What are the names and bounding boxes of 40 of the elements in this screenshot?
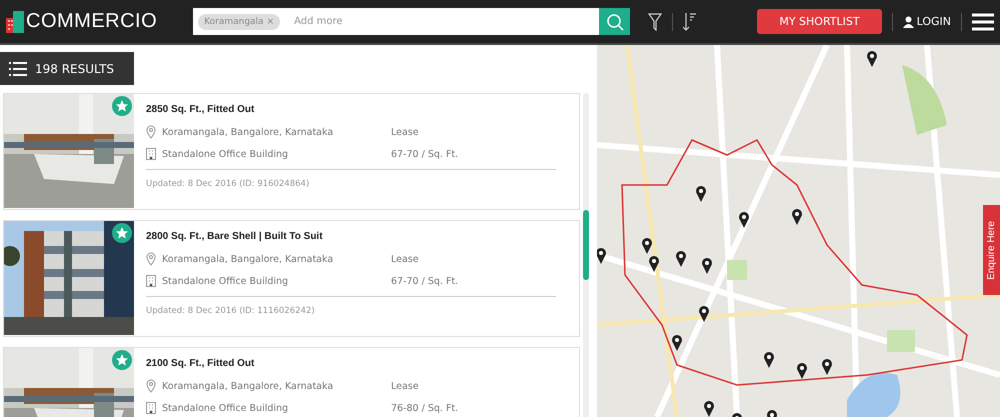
listing-deal: Lease — [391, 254, 420, 264]
listing-card[interactable]: 2850 Sq. Ft., Fitted Out Koramangala, Bangalore, Karnataka Lease Standalone Office Building 67-70 / Sq. Ft. Updated: 8 Dec 2016 (ID: 916024864) — [3, 93, 580, 210]
login-button[interactable]: LOGIN — [902, 15, 952, 28]
building-icon — [146, 402, 156, 414]
listing-price: 67-70 / Sq. Ft. — [391, 276, 460, 286]
listing-location: Koramangala, Bangalore, Karnataka — [162, 126, 334, 138]
search-icon — [606, 12, 624, 30]
sort-icon[interactable] — [683, 12, 698, 32]
location-pin-icon — [146, 125, 156, 139]
location-pin-icon — [146, 252, 156, 266]
listing-location: Koramangala, Bangalore, Karnataka — [162, 380, 334, 392]
listing-price: 67-70 / Sq. Ft. — [391, 148, 460, 160]
results-toggle[interactable]: 198 RESULTS — [0, 52, 134, 85]
shortlist-button[interactable]: MY SHORTLIST — [757, 9, 882, 34]
filter-icon[interactable] — [648, 12, 662, 30]
listing-card[interactable]: 2800 Sq. Ft., Bare Shell | Built To Suit Koramangala, Bangalore, Karnataka Lease Standalone Office Building 67-70 / Sq. Ft. Updated: 8 Dec 2016 (ID: 1116026242) — [3, 220, 580, 337]
listing-title[interactable]: 2850 Sq. Ft., Fitted Out — [146, 104, 567, 115]
menu-icon[interactable] — [972, 12, 994, 30]
listing-card[interactable]: 2100 Sq. Ft., Fitted Out Koramangala, Bangalore, Karnataka Lease Standalone Office Building 76-80 / Sq. Ft. — [3, 347, 580, 417]
listing-type: Standalone Office Building — [162, 402, 288, 414]
scrollbar[interactable] — [583, 93, 589, 417]
building-icon — [146, 148, 156, 160]
listing-updated: Updated: 8 Dec 2016 (ID: 916024864) — [146, 169, 556, 189]
logo-icon — [6, 10, 24, 32]
listing-updated: Updated: 8 Dec 2016 (ID: 1116026242) — [146, 296, 556, 316]
enquire-tab[interactable]: Enquire Here — [983, 205, 1000, 295]
listing-location: Koramangala, Bangalore, Karnataka — [162, 254, 334, 264]
listing-title[interactable]: 2800 Sq. Ft., Bare Shell | Built To Suit — [146, 231, 567, 242]
logo-text: COMMERCIO — [26, 10, 158, 33]
listing-deal: Lease — [391, 126, 420, 138]
listing-type: Standalone Office Building — [162, 148, 288, 160]
search-button[interactable] — [598, 8, 630, 35]
listing-deal: Lease — [391, 380, 420, 392]
listing-title[interactable]: 2100 Sq. Ft., Fitted Out — [146, 358, 567, 369]
list-icon — [9, 62, 27, 76]
listing-price: 76-80 / Sq. Ft. — [391, 402, 460, 414]
user-icon — [902, 16, 914, 28]
location-pin-icon — [146, 379, 156, 393]
listing-type: Standalone Office Building — [162, 276, 288, 286]
building-icon — [146, 275, 156, 287]
